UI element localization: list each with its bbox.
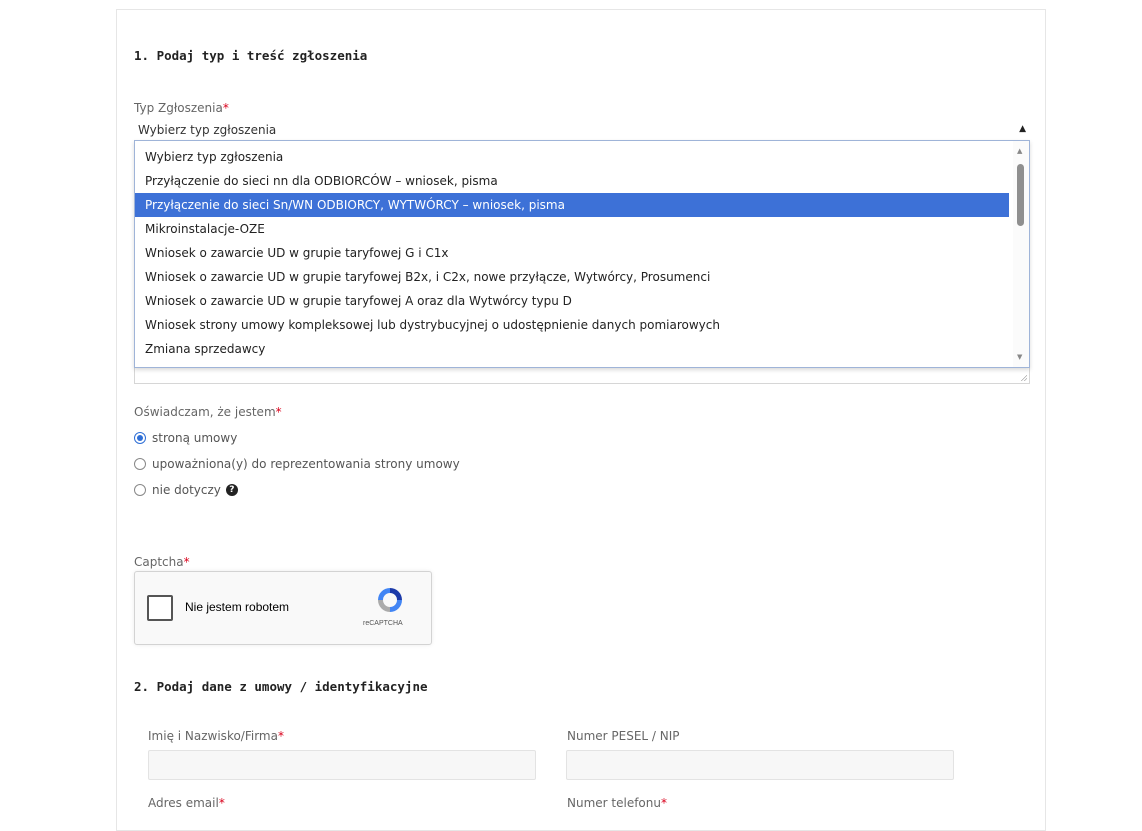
- recaptcha-brand: reCAPTCHA: [363, 620, 403, 627]
- required-mark: *: [660, 796, 667, 810]
- name-label-text: Imię i Nazwisko/Firma: [148, 729, 278, 743]
- phone-label-text: Numer telefonu: [567, 796, 661, 810]
- declaration-label-text: Oświadczam, że jestem: [134, 405, 276, 419]
- recaptcha-widget: Nie jestem robotem reCAPTCHA: [134, 571, 432, 645]
- dropdown-option[interactable]: Wniosek o zawarcie UD w grupie taryfowej…: [135, 289, 1009, 313]
- name-input[interactable]: [148, 750, 536, 780]
- pesel-input[interactable]: [566, 750, 954, 780]
- radio-button[interactable]: [134, 458, 146, 470]
- captcha-label-text: Captcha: [134, 555, 184, 569]
- pesel-label: Numer PESEL / NIP: [567, 729, 680, 743]
- radio-nie-dotyczy[interactable]: nie dotyczy ?: [134, 483, 238, 497]
- radio-label: nie dotyczy: [152, 483, 221, 497]
- radio-button-checked[interactable]: [134, 432, 146, 444]
- recaptcha-checkbox[interactable]: [147, 595, 173, 621]
- type-label: Typ Zgłoszenia*: [134, 101, 229, 115]
- section-2-heading: 2. Podaj dane z umowy / identyfikacyjne: [134, 679, 428, 694]
- radio-label: stroną umowy: [152, 431, 238, 445]
- scroll-down-icon[interactable]: ▼: [1017, 353, 1022, 361]
- type-select-value: Wybierz typ zgłoszenia: [138, 123, 277, 137]
- dropdown-option[interactable]: Wniosek o zawarcie UD w grupie taryfowej…: [135, 241, 1009, 265]
- required-mark: *: [218, 796, 225, 810]
- email-label-text: Adres email: [148, 796, 219, 810]
- dropdown-option[interactable]: Mikroinstalacje-OZE: [135, 217, 1009, 241]
- scrollbar-thumb[interactable]: [1017, 164, 1024, 226]
- captcha-label: Captcha*: [134, 555, 190, 569]
- radio-upowazniony[interactable]: upoważniona(y) do reprezentowania strony…: [134, 457, 460, 471]
- email-label: Adres email*: [148, 796, 225, 810]
- dropdown-option-selected[interactable]: Przyłączenie do sieci Sn/WN ODBIORCY, WY…: [135, 193, 1009, 217]
- type-label-text: Typ Zgłoszenia: [134, 101, 223, 115]
- pesel-label-text: Numer PESEL / NIP: [567, 729, 680, 743]
- declaration-label: Oświadczam, że jestem*: [134, 405, 282, 419]
- type-select[interactable]: Wybierz typ zgłoszenia ▲: [134, 120, 1028, 140]
- recaptcha-logo-icon: [378, 588, 402, 612]
- phone-label: Numer telefonu*: [567, 796, 667, 810]
- recaptcha-label: Nie jestem robotem: [185, 600, 290, 614]
- dropdown-option[interactable]: Wybierz typ zgłoszenia: [135, 145, 1009, 169]
- radio-label: upoważniona(y) do reprezentowania strony…: [152, 457, 460, 471]
- required-mark: *: [277, 729, 284, 743]
- dropdown-option[interactable]: Wniosek o zawarcie UD w grupie taryfowej…: [135, 265, 1009, 289]
- type-dropdown-list[interactable]: Wybierz typ zgłoszenia Przyłączenie do s…: [134, 140, 1030, 368]
- resize-grip-icon[interactable]: [1020, 374, 1027, 381]
- dropdown-option[interactable]: Wniosek strony umowy kompleksowej lub dy…: [135, 313, 1009, 337]
- radio-strona-umowy[interactable]: stroną umowy: [134, 431, 237, 445]
- required-mark: *: [275, 405, 282, 419]
- required-mark: *: [183, 555, 190, 569]
- name-label: Imię i Nazwisko/Firma*: [148, 729, 284, 743]
- scroll-up-icon[interactable]: ▲: [1017, 147, 1022, 155]
- dropdown-option[interactable]: Zmiana sprzedawcy: [135, 337, 1009, 361]
- dropdown-option[interactable]: Przyłączenie do sieci nn dla ODBIORCÓW –…: [135, 169, 1009, 193]
- required-mark: *: [222, 101, 229, 115]
- radio-button[interactable]: [134, 484, 146, 496]
- caret-up-icon: ▲: [1019, 124, 1026, 134]
- section-1-heading: 1. Podaj typ i treść zgłoszenia: [134, 48, 368, 63]
- question-circle-icon[interactable]: ?: [225, 484, 238, 496]
- dropdown-scrollbar[interactable]: ▲ ▼: [1013, 141, 1029, 367]
